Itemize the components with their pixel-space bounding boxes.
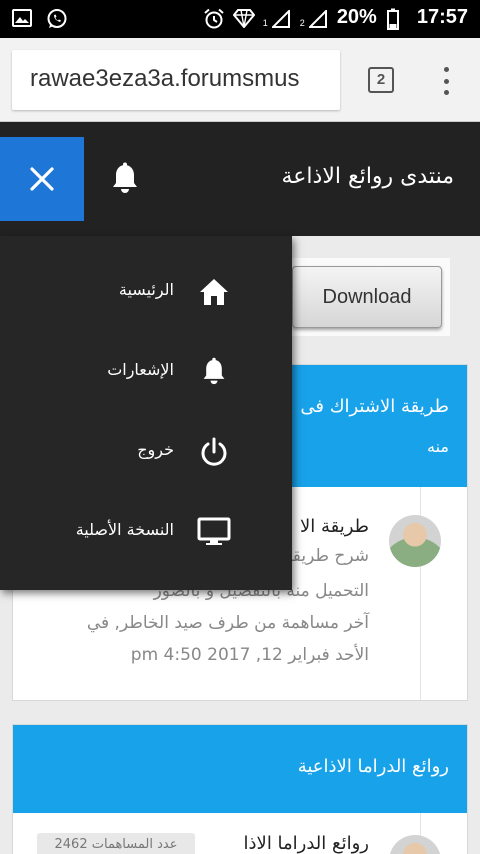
download-button[interactable]: Download	[292, 266, 442, 328]
signal-sim2-icon: 2	[300, 8, 327, 28]
drawer-item-home[interactable]: الرئيسية	[0, 252, 292, 332]
power-icon	[196, 434, 232, 470]
overflow-menu-icon[interactable]	[440, 67, 452, 95]
browser-toolbar: rawae3eza3a.forumsmus 2	[0, 38, 480, 122]
close-menu-button[interactable]	[0, 137, 84, 221]
drawer-item-logout[interactable]: خروج	[0, 412, 292, 492]
alarm-icon	[203, 8, 224, 28]
last-post-info: آخر مساهمة من طرف صيد الخاطر, في	[86, 613, 369, 633]
status-bar: 1 2 20% 17:57	[0, 0, 480, 38]
clock-time: 17:57	[416, 6, 468, 28]
topic-title[interactable]: روائع الدراما الاذا	[169, 833, 369, 854]
topic-row[interactable]: روائع الدراما الاذا عدد المساهمات 2462	[13, 813, 467, 854]
forum-title[interactable]: منتدى روائع الاذاعة	[282, 164, 455, 189]
battery-icon	[386, 8, 407, 30]
drawer-item-label: النسخة الأصلية	[75, 520, 174, 539]
avatar	[389, 835, 441, 854]
home-icon	[196, 274, 232, 310]
wifi-diamond-icon	[232, 8, 256, 29]
drawer-item-label: خروج	[137, 440, 174, 459]
drawer-item-desktop-version[interactable]: النسخة الأصلية	[0, 492, 292, 572]
drawer-item-label: الرئيسية	[118, 280, 174, 299]
drawer-item-label: الإشعارات	[107, 360, 174, 379]
forum-header: منتدى روائع الاذاعة	[0, 122, 480, 236]
url-text: rawae3eza3a.forumsmus	[30, 65, 300, 92]
signal-sim1-icon: 1	[263, 8, 290, 28]
bell-icon	[196, 354, 232, 390]
tab-switcher-button[interactable]: 2	[368, 67, 394, 93]
battery-percent: 20%	[336, 6, 377, 28]
notifications-bell-icon[interactable]	[110, 162, 140, 200]
posts-count-badge: عدد المساهمات 2462	[37, 833, 195, 854]
category-header[interactable]: روائع الدراما الاذاعية	[13, 725, 467, 813]
last-post-date[interactable]: الأحد فبراير 12, 2017 4:50 pm	[29, 639, 369, 671]
close-icon	[30, 167, 54, 191]
navigation-drawer: الرئيسية الإشعارات خروج النسخة الأصلية	[0, 236, 292, 590]
drawer-item-notifications[interactable]: الإشعارات	[0, 332, 292, 412]
gallery-icon	[12, 8, 32, 28]
category-title[interactable]: روائع الدراما الاذاعية	[31, 747, 449, 787]
avatar	[389, 515, 441, 567]
monitor-icon	[196, 514, 232, 550]
url-bar[interactable]: rawae3eza3a.forumsmus	[12, 50, 340, 110]
forum-category-card: روائع الدراما الاذاعية روائع الدراما الا…	[12, 724, 468, 854]
ad-banner[interactable]: Download	[284, 258, 450, 336]
whatsapp-icon	[46, 8, 67, 28]
